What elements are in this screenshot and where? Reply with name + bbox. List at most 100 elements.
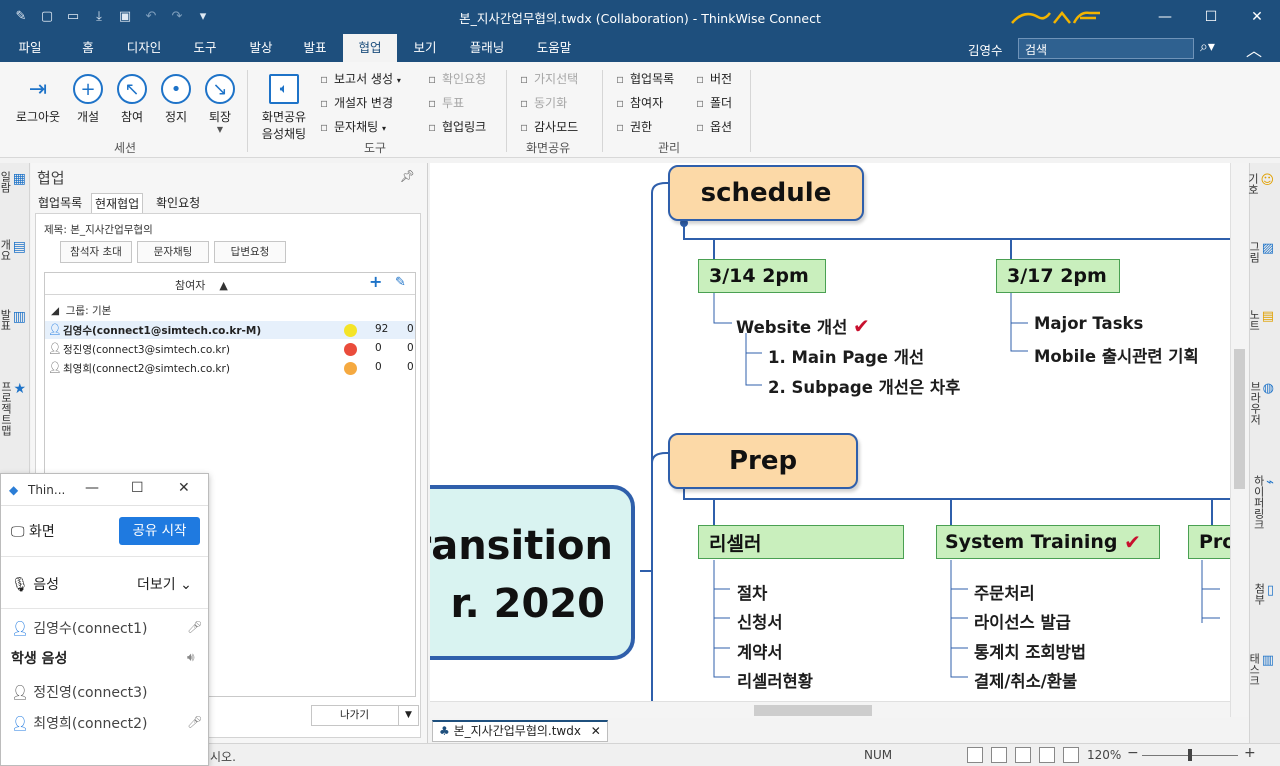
close-tab-icon[interactable]: ✕ <box>591 724 601 738</box>
permissions-item[interactable]: ▫ 권한 <box>616 118 652 135</box>
participants-column-header[interactable]: 참여자 ▲ <box>175 277 228 293</box>
voice-user-row[interactable]: 👤︎ 김영수(connect1) <box>11 618 148 638</box>
layout-view-icon[interactable] <box>991 747 1007 763</box>
edit-icon[interactable]: ✎ <box>395 275 406 290</box>
topic-prep[interactable]: Prep <box>668 433 858 489</box>
tab-collaboration[interactable]: 협업 <box>343 34 397 62</box>
leaf-reseller-status[interactable]: 리셀러현황 <box>737 668 813 692</box>
more-button[interactable]: 더보기 ⌄ <box>137 574 192 594</box>
search-input[interactable]: 검색 <box>1018 38 1194 59</box>
rail-browser[interactable]: ◍ 브라우저 <box>1249 381 1274 425</box>
leaf-payment-refund[interactable]: 결제/취소/환불 <box>974 668 1077 692</box>
sync-item[interactable]: ▫ 동기화 <box>520 94 567 111</box>
leaf-license-issue[interactable]: 라이선스 발급 <box>974 609 1071 633</box>
tab-home[interactable]: 홈 <box>66 34 110 62</box>
mini-maximize-button[interactable]: ☐ <box>131 480 144 496</box>
tab-confirm-request[interactable]: 확인요청 <box>153 193 203 213</box>
leaf-website-improve[interactable]: Website 개선 ✔ <box>736 314 870 338</box>
reply-request-button[interactable]: 답변요청 <box>214 241 286 263</box>
rail-outline[interactable]: ▤ 개요 <box>0 239 26 261</box>
subtopic-reseller[interactable]: 리셀러 <box>698 525 904 559</box>
leaf-application[interactable]: 신청서 <box>737 609 783 633</box>
horizontal-scroll-thumb[interactable] <box>754 705 872 716</box>
horizontal-scrollbar[interactable] <box>430 701 1230 718</box>
voice-user-row[interactable]: 👤︎ 정진영(connect3) <box>11 682 148 702</box>
tab-design[interactable]: 디자인 <box>118 34 170 62</box>
version-item[interactable]: ▫ 버전 <box>696 70 732 87</box>
maximize-button[interactable]: ☐ <box>1188 0 1234 34</box>
page-view-icon[interactable] <box>967 747 983 763</box>
confirm-request-item[interactable]: ▫ 확인요청 <box>428 70 486 87</box>
rail-overview[interactable]: ▦ 일람 <box>0 171 26 193</box>
open-session-button[interactable]: + 개설 <box>70 74 106 125</box>
rail-attachment[interactable]: ▯ 첨부 <box>1253 583 1274 605</box>
leave-session-button[interactable]: ↘ 퇴장 ▼ <box>202 74 238 134</box>
participant-row[interactable]: 👤︎ 최영희(connect2@simtech.co.kr) 0 0 <box>45 359 415 377</box>
audit-mode-item[interactable]: ▫ 감사모드 <box>520 118 578 135</box>
rail-notes[interactable]: ▤ 노트 <box>1248 309 1274 331</box>
microphone-icon[interactable]: 🎤︎ <box>187 715 202 729</box>
topic-schedule[interactable]: schedule <box>668 165 864 221</box>
subtopic-system-training[interactable]: System Training ✔ <box>936 525 1160 559</box>
tab-help[interactable]: 도움말 <box>526 34 582 62</box>
fit-screen-icon[interactable] <box>1039 747 1055 763</box>
rail-hyperlink[interactable]: ⌁ 하이퍼링크 <box>1252 475 1274 530</box>
collapse-ribbon-icon[interactable]: ︿ <box>1246 37 1262 61</box>
exit-button[interactable]: 나가기 ▼ <box>311 705 419 726</box>
zoom-slider-handle[interactable] <box>1188 749 1192 761</box>
tab-planning[interactable]: 플래닝 <box>458 34 516 62</box>
tab-collab-list[interactable]: 협업목록 <box>35 193 85 213</box>
voice-user-row[interactable]: 👤︎ 최영희(connect2) <box>11 713 148 733</box>
branch-select-item[interactable]: ▫ 가지선택 <box>520 70 578 87</box>
zoom-in-icon[interactable]: + <box>1244 745 1256 761</box>
tab-ideation[interactable]: 발상 <box>236 34 286 62</box>
rail-projectmap[interactable]: ★ 프로젝트맵 <box>0 381 26 436</box>
tab-current-collab[interactable]: 현재협업 <box>91 193 144 213</box>
mini-close-button[interactable]: ✕ <box>178 480 190 496</box>
participant-row[interactable]: 👤︎ 정진영(connect3@simtech.co.kr) 0 0 <box>45 340 415 358</box>
speaker-icon[interactable]: 🔊︎ <box>187 650 195 665</box>
leaf-stats-lookup[interactable]: 통계치 조회방법 <box>974 639 1086 663</box>
collab-link-item[interactable]: ▫ 협업링크 <box>428 118 486 135</box>
participants-item[interactable]: ▫ 참여자 <box>616 94 663 111</box>
invite-participant-button[interactable]: 참석자 초대 <box>60 241 132 263</box>
leaf-main-page[interactable]: 1. Main Page 개선 <box>768 344 924 368</box>
microphone-icon[interactable]: 🎤︎ <box>187 620 202 634</box>
subtopic-0317[interactable]: 3/17 2pm <box>996 259 1120 293</box>
screen-share-voice-button[interactable]: 🔈︎ 화면공유 음성채팅 <box>256 74 312 142</box>
participant-row[interactable]: 👤︎ 김영수(connect1@simtech.co.kr-M) 92 0 <box>45 321 415 339</box>
folder-item[interactable]: ▫ 폴더 <box>696 94 732 111</box>
leaf-contract[interactable]: 계약서 <box>737 639 783 663</box>
collab-list-item[interactable]: ▫ 협업목록 <box>616 70 674 87</box>
document-tab[interactable]: ♣ 본_지사간업무협의.twdx ✕ <box>432 720 608 742</box>
dropdown-arrow-icon[interactable]: ▼ <box>398 706 418 725</box>
text-chat-item[interactable]: ▫ 문자채팅 ▾ <box>320 118 386 135</box>
monitor-view-icon[interactable] <box>1015 747 1031 763</box>
report-generate-item[interactable]: ▫ 보고서 생성 ▾ <box>320 70 401 87</box>
tab-file[interactable]: 파일 <box>6 34 54 62</box>
tab-view[interactable]: 보기 <box>400 34 450 62</box>
leaf-procedure[interactable]: 절차 <box>737 580 767 604</box>
group-row[interactable]: ◢ 그룹: 기본 <box>51 303 111 318</box>
leaf-subpage[interactable]: 2. Subpage 개선은 차후 <box>768 374 960 398</box>
central-topic[interactable]: Transition r. 2020 <box>430 485 635 660</box>
pin-icon[interactable]: 📌︎ <box>400 169 415 183</box>
options-item[interactable]: ▫ 옵션 <box>696 118 732 135</box>
text-chat-button[interactable]: 문자채팅 <box>137 241 209 263</box>
close-button[interactable]: ✕ <box>1234 0 1280 34</box>
minimize-button[interactable]: — <box>1142 0 1188 34</box>
subtopic-pro[interactable]: Pro <box>1188 525 1230 559</box>
add-participant-icon[interactable]: + <box>369 272 382 291</box>
vote-item[interactable]: ▫ 투표 <box>428 94 464 111</box>
leaf-major-tasks[interactable]: Major Tasks <box>1034 314 1143 333</box>
mindmap-canvas[interactable]: Transition r. 2020 schedule 3/14 2pm Web… <box>430 163 1230 717</box>
search-icon[interactable]: ⌕▾ <box>1200 39 1215 55</box>
leaf-order-processing[interactable]: 주문처리 <box>974 580 1035 604</box>
join-session-button[interactable]: ↖ 참여 <box>114 74 150 125</box>
rail-symbols[interactable]: ☺ 기호 <box>1246 173 1274 195</box>
mini-minimize-button[interactable]: — <box>85 480 99 496</box>
rail-task[interactable]: ▥ 태스크 <box>1248 653 1274 686</box>
tab-tools[interactable]: 도구 <box>180 34 230 62</box>
stop-session-button[interactable]: • 정지 <box>158 74 194 125</box>
change-owner-item[interactable]: ▫ 개설자 변경 <box>320 94 393 111</box>
